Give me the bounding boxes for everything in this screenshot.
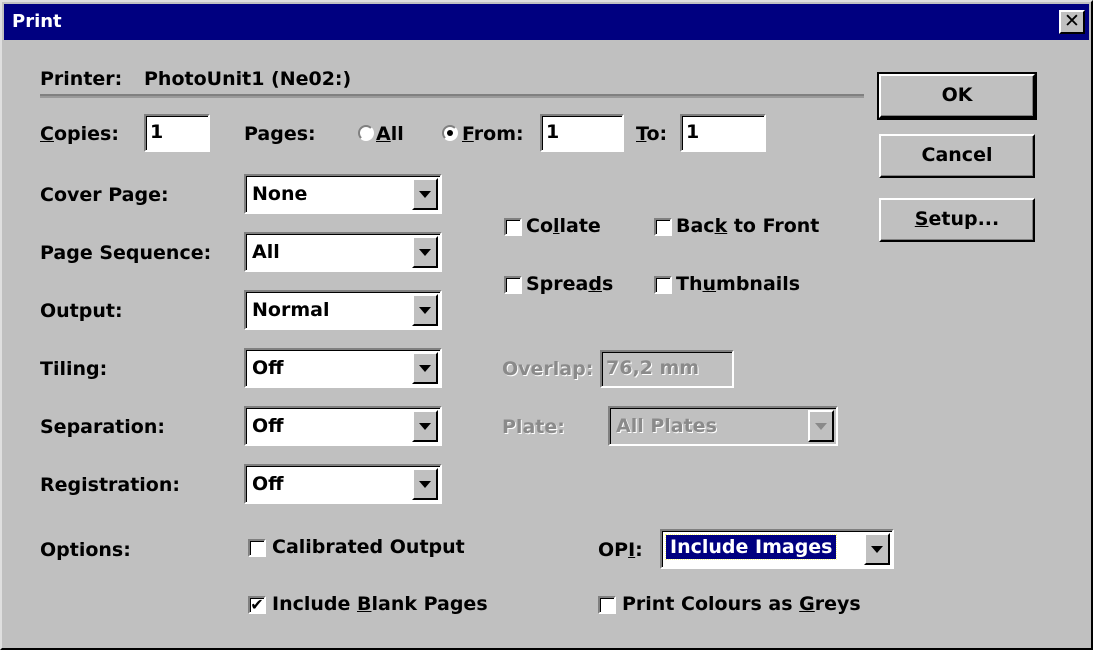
pages-from-radio[interactable] <box>442 125 458 141</box>
separator <box>40 94 864 98</box>
tiling-label: Tiling: <box>40 358 108 380</box>
print-colours-label[interactable]: Print Colours as Greys <box>622 593 861 615</box>
cover-page-select[interactable]: None <box>244 174 442 214</box>
thumbnails-checkbox[interactable] <box>654 276 672 294</box>
chevron-down-icon[interactable] <box>864 533 890 565</box>
page-sequence-label: Page Sequence: <box>40 242 212 264</box>
collate-checkbox[interactable] <box>504 218 522 236</box>
print-colours-checkbox[interactable] <box>598 596 616 614</box>
cover-page-value: None <box>252 183 308 205</box>
spreads-label[interactable]: Spreads <box>526 273 613 295</box>
opi-select[interactable]: Include Images <box>660 529 894 569</box>
pages-all-label[interactable]: All <box>376 123 404 145</box>
chevron-down-icon[interactable] <box>412 352 438 384</box>
output-label: Output: <box>40 300 123 322</box>
close-icon[interactable]: ✕ <box>1059 10 1085 34</box>
separation-value: Off <box>252 415 284 437</box>
overlap-field: 76,2 mm <box>600 350 734 388</box>
include-blank-checkbox[interactable]: ✔ <box>248 596 266 614</box>
page-sequence-value: All <box>252 241 280 263</box>
printer-name: PhotoUnit1 (Ne02:) <box>144 68 352 90</box>
chevron-down-icon[interactable] <box>412 410 438 442</box>
output-value: Normal <box>252 299 330 321</box>
opi-label: OPI: <box>598 539 643 561</box>
opi-value: Include Images <box>664 534 838 560</box>
pages-from-label[interactable]: From: <box>462 123 524 145</box>
tiling-select[interactable]: Off <box>244 348 442 388</box>
page-sequence-select[interactable]: All <box>244 232 442 272</box>
chevron-down-icon[interactable] <box>412 468 438 500</box>
registration-label: Registration: <box>40 474 180 496</box>
ok-button[interactable]: OK <box>877 72 1037 120</box>
back-to-front-checkbox[interactable] <box>654 218 672 236</box>
setup-button[interactable]: Setup... <box>879 198 1035 242</box>
printer-label: Printer: <box>40 68 123 90</box>
overlap-label: Overlap: <box>502 358 594 380</box>
calibrated-output-label[interactable]: Calibrated Output <box>272 536 465 558</box>
plate-value: All Plates <box>616 415 717 437</box>
chevron-down-icon[interactable] <box>412 236 438 268</box>
print-dialog: Print ✕ Printer: PhotoUnit1 (Ne02:) Copi… <box>0 0 1093 650</box>
separation-select[interactable]: Off <box>244 406 442 446</box>
output-select[interactable]: Normal <box>244 290 442 330</box>
thumbnails-label[interactable]: Thumbnails <box>676 273 800 295</box>
registration-value: Off <box>252 473 284 495</box>
copies-label: Copies: <box>40 123 119 145</box>
window-title: Print <box>12 11 62 32</box>
pages-label: Pages: <box>244 123 316 145</box>
pages-from-field[interactable]: 1 <box>540 114 624 152</box>
spreads-checkbox[interactable] <box>504 276 522 294</box>
plate-select: All Plates <box>608 406 838 446</box>
back-to-front-label[interactable]: Back to Front <box>676 215 819 237</box>
pages-to-field[interactable]: 1 <box>680 114 766 152</box>
include-blank-label[interactable]: Include Blank Pages <box>272 593 488 615</box>
title-bar: Print ✕ <box>4 4 1089 40</box>
cover-page-label: Cover Page: <box>40 184 169 206</box>
pages-to-label: To: <box>636 123 668 145</box>
check-icon: ✔ <box>250 595 264 614</box>
chevron-down-icon[interactable] <box>412 178 438 210</box>
copies-field[interactable]: 1 <box>144 114 210 152</box>
options-label: Options: <box>40 539 131 561</box>
chevron-down-icon[interactable] <box>412 294 438 326</box>
calibrated-output-checkbox[interactable] <box>248 539 266 557</box>
plate-label: Plate: <box>502 416 565 438</box>
chevron-down-icon <box>808 410 834 442</box>
collate-label[interactable]: Collate <box>526 215 601 237</box>
pages-all-radio[interactable] <box>358 125 374 141</box>
registration-select[interactable]: Off <box>244 464 442 504</box>
cancel-button[interactable]: Cancel <box>879 134 1035 178</box>
tiling-value: Off <box>252 357 284 379</box>
separation-label: Separation: <box>40 416 165 438</box>
